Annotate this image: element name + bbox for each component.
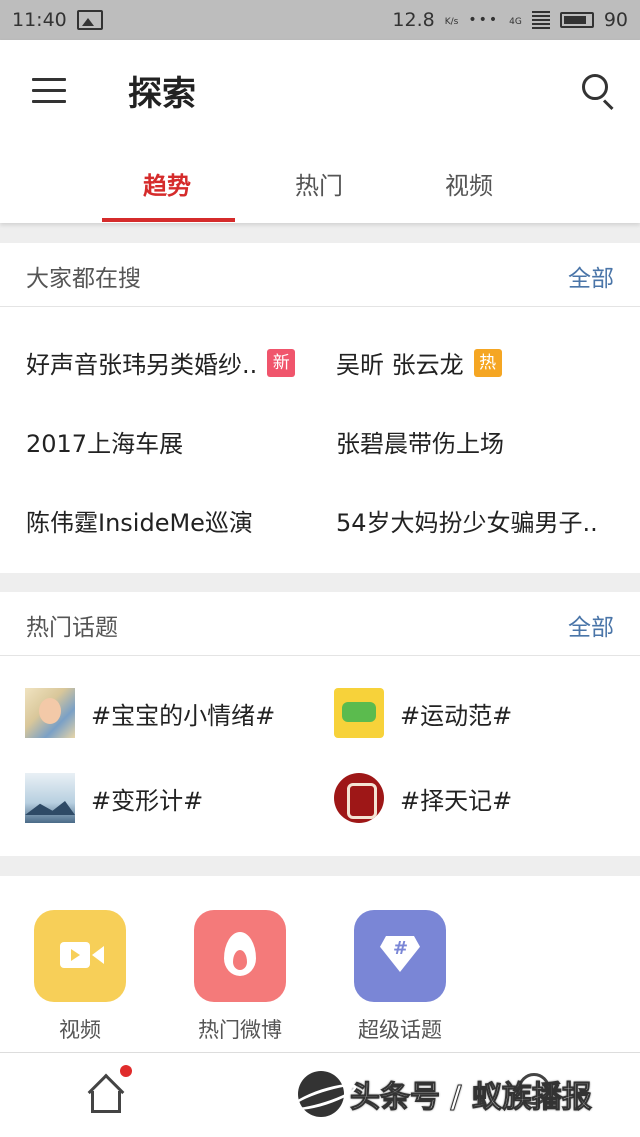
search-icon[interactable] [580, 72, 616, 111]
trending-card: 大家都在搜 全部 好声音张玮另类婚纱.. 新 吴昕 张云龙 热 2017上海车展… [0, 243, 640, 573]
tab-trending[interactable]: 趋势 [143, 166, 191, 201]
trending-item[interactable]: 吴昕 张云龙 热 [336, 345, 502, 380]
battery-level: 90 [603, 9, 628, 31]
status-right: 12.8 K/s ••• 4G 90 [392, 9, 628, 31]
image-notification-icon [76, 10, 103, 30]
trending-title: 大家都在搜 [26, 266, 141, 292]
shortcut-label: 热门微博 [198, 1018, 282, 1042]
diamond-hash-icon [354, 910, 446, 1002]
home-icon[interactable] [86, 1073, 126, 1115]
network-type: 4G [509, 17, 522, 27]
status-bar: 11:40 12.8 K/s ••• 4G 90 [0, 0, 640, 40]
trending-item-text: 张碧晨带伤上场 [336, 430, 504, 458]
app-header: 探索 趋势 热门 视频 [0, 40, 640, 223]
trending-header: 大家都在搜 全部 [0, 243, 640, 307]
trending-item[interactable]: 54岁大妈扮少女骗男子.. [336, 503, 598, 538]
topic-item[interactable]: #择天记# [334, 773, 512, 823]
trending-item[interactable]: 好声音张玮另类婚纱.. 新 [26, 345, 296, 380]
trending-item[interactable]: 张碧晨带伤上场 [336, 424, 504, 459]
tab-hot[interactable]: 热门 [295, 166, 343, 201]
trending-item[interactable]: 2017上海车展 [26, 424, 183, 459]
tab-bar: 趋势 热门 视频 [0, 158, 640, 223]
trending-item-text: 好声音张玮另类婚纱.. [26, 351, 258, 379]
page-title: 探索 [128, 74, 196, 114]
battery-icon [559, 12, 594, 28]
status-time: 11:40 [12, 9, 67, 31]
bottom-nav: 头条号 / 蚁族播报 [0, 1052, 640, 1137]
trending-item-text: 陈伟霆InsideMe巡演 [26, 509, 253, 537]
topics-header: 热门话题 全部 [0, 592, 640, 656]
topic-thumbnail [334, 773, 384, 823]
topic-label: #宝宝的小情绪# [91, 701, 276, 730]
wifi-icon: ••• [468, 12, 500, 28]
new-badge: 新 [267, 348, 296, 377]
planet-logo-icon [298, 1071, 344, 1117]
trending-item-text: 54岁大妈扮少女骗男子.. [336, 509, 598, 537]
topics-title: 热门话题 [26, 615, 118, 641]
notification-dot [120, 1065, 132, 1077]
topic-thumbnail [25, 773, 75, 823]
video-camera-icon [34, 910, 126, 1002]
topics-card: 热门话题 全部 #宝宝的小情绪# #运动范# #变形计# #择天记# [0, 592, 640, 856]
topics-more-link[interactable]: 全部 [568, 608, 614, 642]
trending-item-text: 吴昕 张云龙 [336, 351, 464, 379]
watermark-text: 头条号 / 蚁族播报 [350, 1080, 593, 1116]
shortcut-super-topic[interactable]: 超级话题 [354, 910, 446, 1044]
signal-icon [531, 11, 550, 29]
trending-item-text: 2017上海车展 [26, 430, 184, 458]
trending-item[interactable]: 陈伟霆InsideMe巡演 [26, 503, 253, 538]
topic-thumbnail [25, 688, 75, 738]
topic-item[interactable]: #变形计# [25, 773, 203, 823]
menu-icon[interactable] [32, 78, 66, 104]
topic-label: #运动范# [400, 701, 513, 730]
tab-indicator [102, 218, 235, 222]
flame-icon [194, 910, 286, 1002]
topic-item[interactable]: #运动范# [334, 688, 512, 738]
shortcut-video[interactable]: 视频 [34, 910, 126, 1044]
network-speed-unit: K/s [444, 17, 459, 27]
topic-label: #择天记# [400, 786, 513, 815]
topic-thumbnail [334, 688, 384, 738]
topic-label: #变形计# [91, 786, 204, 815]
shortcut-hot-weibo[interactable]: 热门微博 [194, 910, 286, 1044]
shortcut-label: 超级话题 [358, 1018, 442, 1042]
hot-badge: 热 [473, 348, 502, 377]
trending-more-link[interactable]: 全部 [568, 259, 614, 293]
topic-item[interactable]: #宝宝的小情绪# [25, 688, 275, 738]
network-speed: 12.8 [392, 9, 435, 31]
watermark: 头条号 / 蚁族播报 [298, 1071, 592, 1117]
tab-video[interactable]: 视频 [445, 166, 493, 201]
shortcut-label: 视频 [59, 1018, 101, 1042]
